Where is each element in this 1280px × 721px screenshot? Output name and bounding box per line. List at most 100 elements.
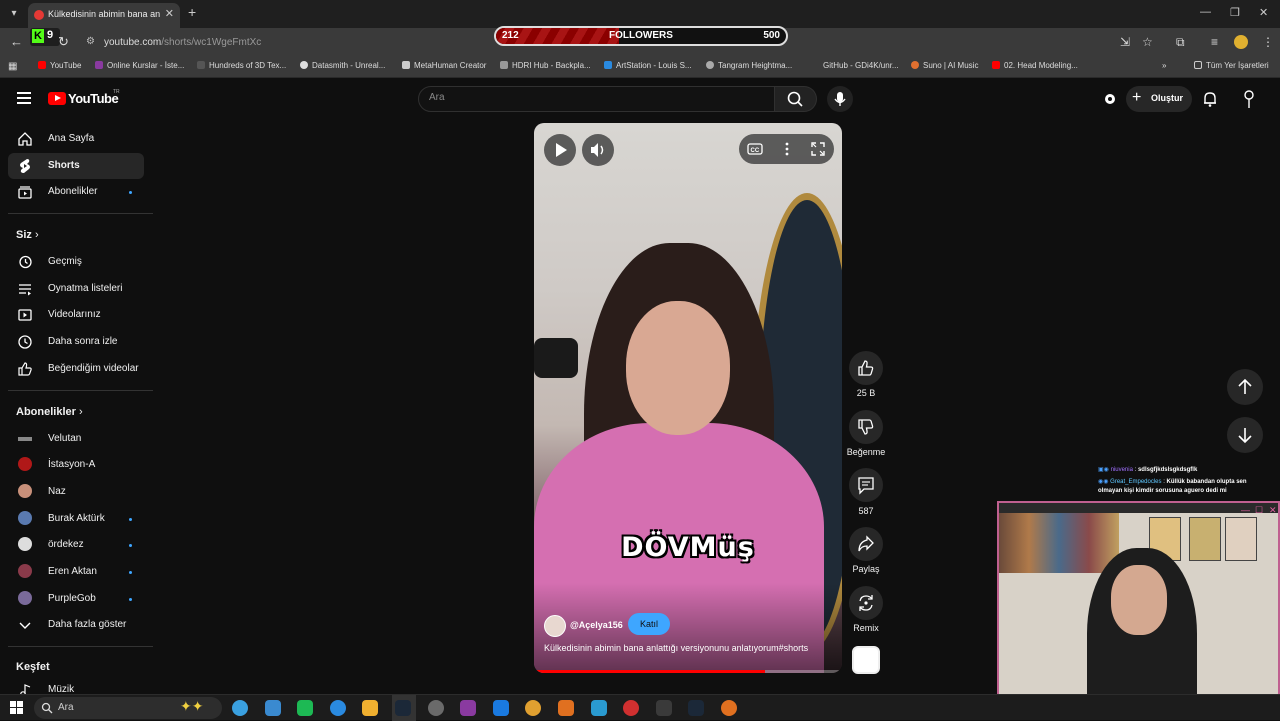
sidebar-channel[interactable]: İstasyon-A xyxy=(8,452,144,478)
sidebar-item-liked-videos[interactable]: Beğendiğim videolar xyxy=(8,356,144,382)
more-bookmarks-icon[interactable]: » xyxy=(1162,61,1166,70)
youtube-logo-icon[interactable] xyxy=(48,92,66,105)
browser-tab[interactable]: Külkedisinin abimin bana anlattı ✕ xyxy=(28,3,180,28)
captions-cc-icon[interactable]: CC xyxy=(747,141,763,157)
volume-button[interactable] xyxy=(582,134,614,166)
github-icon[interactable] xyxy=(688,700,705,716)
browser-menu-icon[interactable]: ⋮ xyxy=(1262,35,1274,49)
notifications-bell-icon[interactable] xyxy=(1202,90,1218,108)
reading-list-icon[interactable]: ≡ xyxy=(1211,35,1218,49)
bookmark-star-icon[interactable]: ☆ xyxy=(1142,35,1153,49)
new-tab-icon[interactable]: + xyxy=(188,4,196,20)
sidebar-you-header[interactable]: Siz › xyxy=(16,229,39,241)
sidebar-item-home[interactable]: Ana Sayfa xyxy=(8,126,144,152)
vscode-icon[interactable] xyxy=(525,700,542,716)
steam-icon[interactable] xyxy=(427,700,444,716)
task-view-icon[interactable] xyxy=(232,700,248,716)
inkscape-icon[interactable] xyxy=(460,700,477,716)
bookmark-item[interactable]: Datasmith - Unreal... xyxy=(300,61,385,70)
bookmark-item[interactable]: Online Kurslar - İste... xyxy=(95,61,184,70)
restore-icon[interactable]: ❐ xyxy=(1230,6,1240,19)
all-bookmarks[interactable]: Tüm Yer İşaretleri xyxy=(1194,61,1269,70)
edge-icon[interactable] xyxy=(297,700,314,716)
search-button[interactable] xyxy=(775,86,817,112)
create-button[interactable]: + Oluştur xyxy=(1126,86,1192,112)
sidebar-channel[interactable]: Burak Aktürk xyxy=(8,506,144,532)
sidebar-channel[interactable]: ördekez xyxy=(8,532,144,558)
share-button[interactable] xyxy=(849,527,883,561)
overlay-maximize-icon[interactable]: ☐ xyxy=(1255,505,1263,516)
window-close-icon[interactable]: ✕ xyxy=(1259,6,1268,19)
obsidian-icon[interactable] xyxy=(492,700,509,716)
hamburger-menu-icon[interactable] xyxy=(17,92,31,107)
previous-short-button[interactable] xyxy=(1227,369,1263,405)
studio-gear-icon[interactable] xyxy=(1102,91,1118,107)
bookmark-item[interactable]: ArtStation - Louis S... xyxy=(604,61,692,70)
audio-source-thumbnail[interactable] xyxy=(852,646,880,674)
sidebar-show-more[interactable]: Daha fazla göster xyxy=(8,612,144,638)
voice-search-button[interactable] xyxy=(827,86,853,112)
bookmark-item[interactable]: MetaHuman Creator xyxy=(402,61,486,70)
reload-icon[interactable]: ↻ xyxy=(58,34,69,50)
taskbar-search[interactable]: Ara ✦✦ xyxy=(34,697,222,719)
more-options-icon[interactable] xyxy=(779,141,795,157)
sidebar-channel[interactable]: PurpleGob xyxy=(8,586,144,612)
sidebar-item-history[interactable]: Geçmiş xyxy=(8,249,144,275)
bookmark-item[interactable]: 02. Head Modeling... xyxy=(992,61,1078,70)
join-button[interactable]: Katıl xyxy=(628,613,670,635)
unreal-icon[interactable] xyxy=(623,700,640,716)
overlay-close-icon[interactable]: ✕ xyxy=(1269,505,1277,516)
tab-close-icon[interactable]: ✕ xyxy=(165,7,174,20)
back-icon[interactable]: ← xyxy=(10,34,23,49)
bookmark-item[interactable]: YouTube xyxy=(38,61,81,70)
extensions-icon[interactable]: ⧉ xyxy=(1176,35,1185,50)
photoshop-icon[interactable] xyxy=(558,700,574,716)
account-pin-icon[interactable] xyxy=(1241,89,1257,109)
install-app-icon[interactable]: ⇲ xyxy=(1120,35,1130,49)
sidebar-subscriptions-header[interactable]: Abonelikler › xyxy=(16,406,83,418)
steam-icon[interactable] xyxy=(721,700,737,716)
next-short-button[interactable] xyxy=(1227,417,1263,453)
spotify-icon[interactable] xyxy=(329,700,346,716)
sidebar-channel[interactable]: Velutan xyxy=(8,426,144,452)
like-button[interactable] xyxy=(849,351,883,385)
fullscreen-icon[interactable] xyxy=(810,141,826,157)
overlay-minimize-icon[interactable]: — xyxy=(1241,505,1250,515)
sidebar-item-playlists[interactable]: Oynatma listeleri xyxy=(8,276,144,302)
bookmark-item[interactable]: GitHub - GDi4K/unr... xyxy=(823,61,899,70)
dislike-button[interactable] xyxy=(849,410,883,444)
copilot-icon[interactable] xyxy=(264,700,281,716)
comments-button[interactable] xyxy=(849,468,883,502)
search-input[interactable] xyxy=(429,92,759,103)
apps-grid-icon[interactable]: ▦ xyxy=(8,61,17,72)
remix-button[interactable] xyxy=(849,586,883,620)
play-button[interactable] xyxy=(544,134,576,166)
video-description[interactable]: Külkedisinin abimin bana anlattığı versi… xyxy=(544,643,834,653)
davinci-icon[interactable] xyxy=(655,700,672,716)
bookmark-item[interactable]: Suno | AI Music xyxy=(911,61,978,70)
sidebar-item-subscriptions[interactable]: Abonelikler xyxy=(8,179,144,205)
profile-avatar[interactable] xyxy=(1234,35,1248,49)
sidebar-channel[interactable]: Eren Aktan xyxy=(8,559,144,585)
search-box[interactable] xyxy=(418,86,775,112)
sidebar-item-watch-later[interactable]: Daha sonra izle xyxy=(8,329,144,355)
site-info-icon[interactable]: ⚙ xyxy=(86,36,95,47)
bookmark-item[interactable]: Hundreds of 3D Tex... xyxy=(197,61,286,70)
minimize-icon[interactable]: — xyxy=(1200,6,1211,18)
bookmark-item[interactable]: HDRI Hub - Backpla... xyxy=(500,61,591,70)
tab-search-icon[interactable]: ▾ xyxy=(6,6,22,22)
blender-icon[interactable] xyxy=(590,700,607,716)
mail-icon[interactable] xyxy=(362,700,379,716)
channel-avatar[interactable] xyxy=(544,615,566,637)
chrome-icon[interactable] xyxy=(395,700,411,716)
bookmark-item[interactable]: Tangram Heightma... xyxy=(706,61,792,70)
windows-start-icon[interactable] xyxy=(10,701,24,715)
url-field[interactable]: youtube.com/shorts/wc1WgeFmtXc xyxy=(104,37,261,48)
sidebar-item-music[interactable]: Müzik xyxy=(8,677,144,694)
sidebar-item-shorts[interactable]: Shorts xyxy=(8,153,144,179)
sidebar-channel[interactable]: Naz xyxy=(8,479,144,505)
shorts-video-player[interactable]: DÖVMüş CC @Açelya156 Katıl Külkedisinin … xyxy=(534,123,842,673)
sidebar-item-your-videos[interactable]: Videolarınız xyxy=(8,302,144,328)
channel-name[interactable]: @Açelya156 xyxy=(570,620,623,630)
youtube-logo-text[interactable]: YouTube xyxy=(68,91,119,106)
